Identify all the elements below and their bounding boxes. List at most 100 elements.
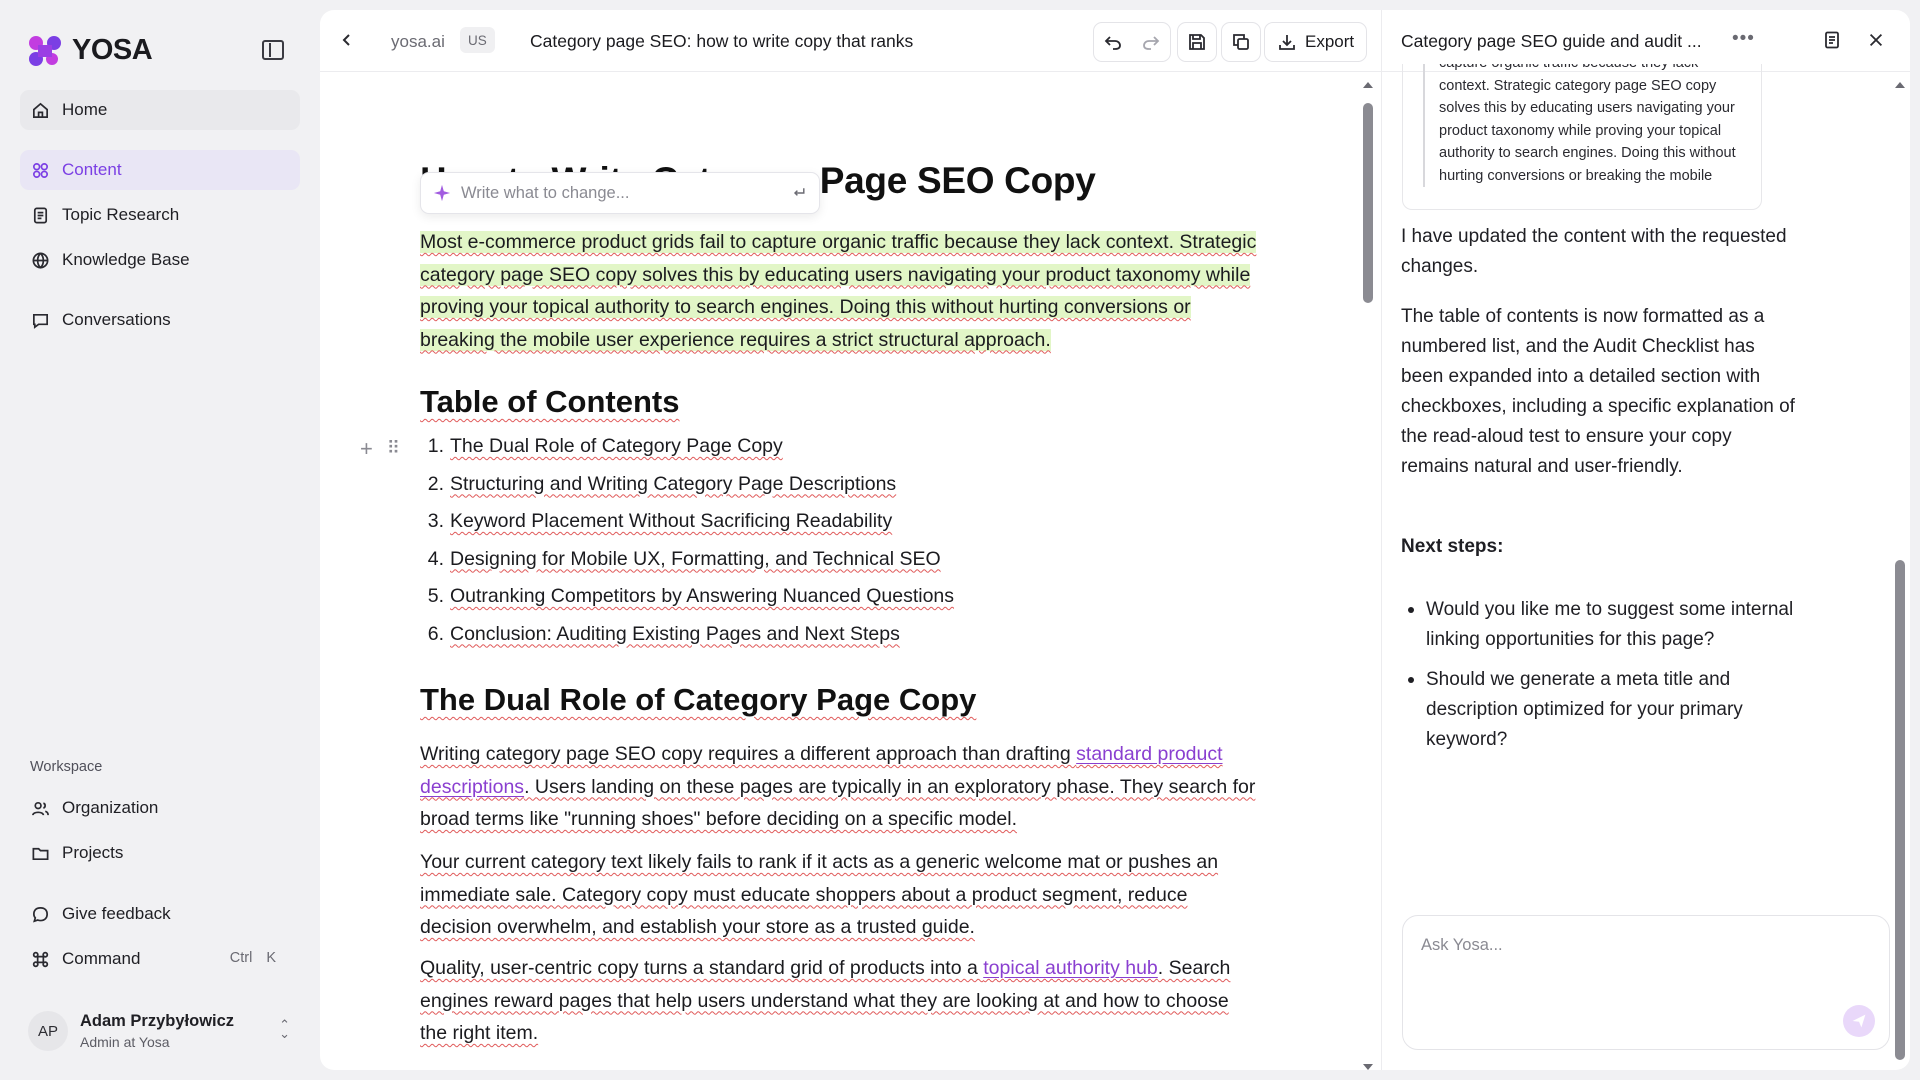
editor-scrollbar[interactable] [1362, 80, 1374, 1070]
toc-item[interactable]: 2. Structuring and Writing Category Page … [420, 473, 954, 511]
toc-heading: Table of Contents [420, 384, 680, 419]
scroll-down-icon[interactable] [1363, 1064, 1373, 1070]
toc-item[interactable]: 5. Outranking Competitors by Answering Nu… [420, 585, 954, 623]
nav-give-feedback[interactable]: Give feedback [20, 894, 300, 934]
chat-scrollbar[interactable] [1894, 80, 1906, 1060]
toc-number: 2. [427, 472, 444, 495]
quoted-text: capture organic traffic because they lac… [1423, 64, 1753, 187]
body-paragraph: Your current category text likely fails … [420, 851, 1219, 938]
table-of-contents: 1. The Dual Role of Category Page Copy 2.… [420, 435, 954, 660]
enter-icon[interactable] [791, 185, 807, 201]
nav-home[interactable]: Home [20, 90, 300, 130]
chat-title[interactable]: Category page SEO guide and audit ... [1401, 31, 1702, 52]
nav-organization[interactable]: Organization [20, 788, 300, 828]
scrollbar-thumb[interactable] [1895, 560, 1905, 1060]
brand[interactable]: YOSA [28, 34, 153, 67]
collapse-sidebar-icon[interactable] [262, 40, 284, 60]
chat-composer [1402, 915, 1890, 1050]
nav-command[interactable]: Command Ctrl K [20, 939, 300, 979]
nav-conversations[interactable]: Conversations [20, 300, 300, 340]
shortcut-mod: Ctrl [229, 950, 253, 966]
ask-yosa-input[interactable] [1421, 936, 1861, 996]
command-shortcut: Ctrl K [230, 950, 276, 966]
toc-item[interactable]: 3. Keyword Placement Without Sacrificing … [420, 510, 954, 548]
toc-number: 1. [427, 435, 444, 457]
copy-control [1221, 22, 1261, 62]
nav-topic-research-label: Topic Research [62, 205, 180, 224]
nav-projects-label: Projects [62, 843, 124, 862]
nav-conversations-label: Conversations [62, 310, 171, 329]
scroll-up-icon[interactable] [1363, 82, 1373, 88]
back-arrow-icon[interactable] [338, 30, 356, 50]
add-block-icon[interactable]: + [360, 436, 373, 462]
save-control [1177, 22, 1217, 62]
toc-item[interactable]: 1. The Dual Role of Category Page Copy [420, 435, 954, 473]
export-label: Export [1305, 32, 1355, 51]
nav-topic-research[interactable]: Topic Research [20, 195, 300, 235]
next-steps-label: Next steps: [1401, 536, 1504, 557]
next-steps-list: Would you like me to suggest some intern… [1401, 595, 1801, 765]
nav-content[interactable]: Content [20, 150, 300, 190]
nav-organization-label: Organization [62, 798, 159, 817]
export-button[interactable]: Export [1264, 22, 1368, 62]
sparkle-icon [433, 184, 451, 202]
toc-item-label: Keyword Placement Without Sacrificing Re… [450, 510, 893, 532]
globe-icon [30, 250, 50, 270]
notes-icon[interactable] [1820, 28, 1844, 52]
nav-projects[interactable]: Projects [20, 833, 300, 873]
undo-icon [1104, 36, 1121, 50]
chat-bubble-icon [30, 310, 50, 330]
history-controls [1093, 22, 1171, 62]
chat-header: Category page SEO guide and audit ... ••… [1382, 10, 1910, 72]
content-icon [30, 160, 50, 180]
close-icon[interactable] [1864, 28, 1888, 52]
section-heading: The Dual Role of Category Page Copy [420, 682, 977, 717]
intro-paragraph-highlighted: Most e-commerce product grids fail to ca… [420, 226, 1260, 356]
more-options-icon[interactable]: ••• [1732, 28, 1755, 50]
users-icon [30, 798, 50, 818]
toc-number: 5. [427, 585, 444, 607]
nav-give-feedback-label: Give feedback [62, 904, 171, 923]
save-button[interactable] [1178, 23, 1216, 61]
toc-number: 4. [427, 547, 444, 570]
toc-item-label: Designing for Mobile UX, Formatting, and… [450, 547, 941, 570]
user-role: Admin at Yosa [80, 1034, 170, 1050]
redo-button[interactable] [1132, 23, 1170, 61]
assistant-message: The table of contents is now formatted a… [1401, 306, 1795, 477]
undo-button[interactable] [1094, 23, 1132, 61]
download-icon [1279, 35, 1295, 50]
toc-item[interactable]: 6. Conclusion: Auditing Existing Pages an… [420, 623, 954, 661]
drag-handle-icon[interactable]: ⠿ [387, 436, 400, 462]
document-title[interactable]: Category page SEO: how to write copy tha… [530, 31, 913, 52]
scrollbar-thumb[interactable] [1363, 103, 1373, 303]
next-step-item: Would you like me to suggest some intern… [1401, 595, 1801, 655]
nav-knowledge-base-label: Knowledge Base [62, 250, 190, 269]
brand-name: YOSA [72, 34, 153, 66]
send-button[interactable] [1843, 1005, 1875, 1037]
user-menu[interactable]: AP Adam Przybyłowicz Admin at Yosa ⌃ ⌄ [28, 1008, 298, 1054]
project-domain[interactable]: yosa.ai [391, 32, 445, 52]
editor-panel: yosa.ai US Category page SEO: how to wri… [320, 10, 1381, 1070]
sidebar: YOSA Home Content Topic Research Knowled… [0, 0, 320, 1080]
change-instruction-input[interactable] [461, 183, 781, 203]
assistant-panel: Category page SEO guide and audit ... ••… [1381, 10, 1910, 1070]
ai-edit-popover [420, 172, 820, 214]
shortcut-key: K [266, 950, 276, 966]
block-controls: + ⠿ [360, 436, 400, 462]
body-paragraph: Quality, user-centric copy turns a stand… [420, 952, 1260, 1050]
toc-item[interactable]: 4. Designing for Mobile UX, Formatting, a… [420, 548, 954, 586]
save-icon [1189, 34, 1205, 50]
topical-authority-hub-link[interactable]: topical authority hub [983, 957, 1158, 979]
toc-item-label: Structuring and Writing Category Page De… [450, 472, 897, 495]
intro-text: Most e-commerce product grids fail to ca… [420, 231, 1257, 351]
nav-knowledge-base[interactable]: Knowledge Base [20, 240, 300, 280]
scroll-up-icon[interactable] [1895, 82, 1905, 88]
copy-button[interactable] [1222, 23, 1260, 61]
document-icon [30, 205, 50, 225]
next-step-item: Should we generate a meta title and desc… [1401, 665, 1801, 755]
avatar: AP [28, 1011, 68, 1051]
toc-item-label: Outranking Competitors by Answering Nuan… [450, 585, 955, 607]
locale-badge: US [460, 27, 495, 53]
home-icon [30, 100, 50, 120]
editor-toolbar: yosa.ai US Category page SEO: how to wri… [320, 10, 1381, 72]
